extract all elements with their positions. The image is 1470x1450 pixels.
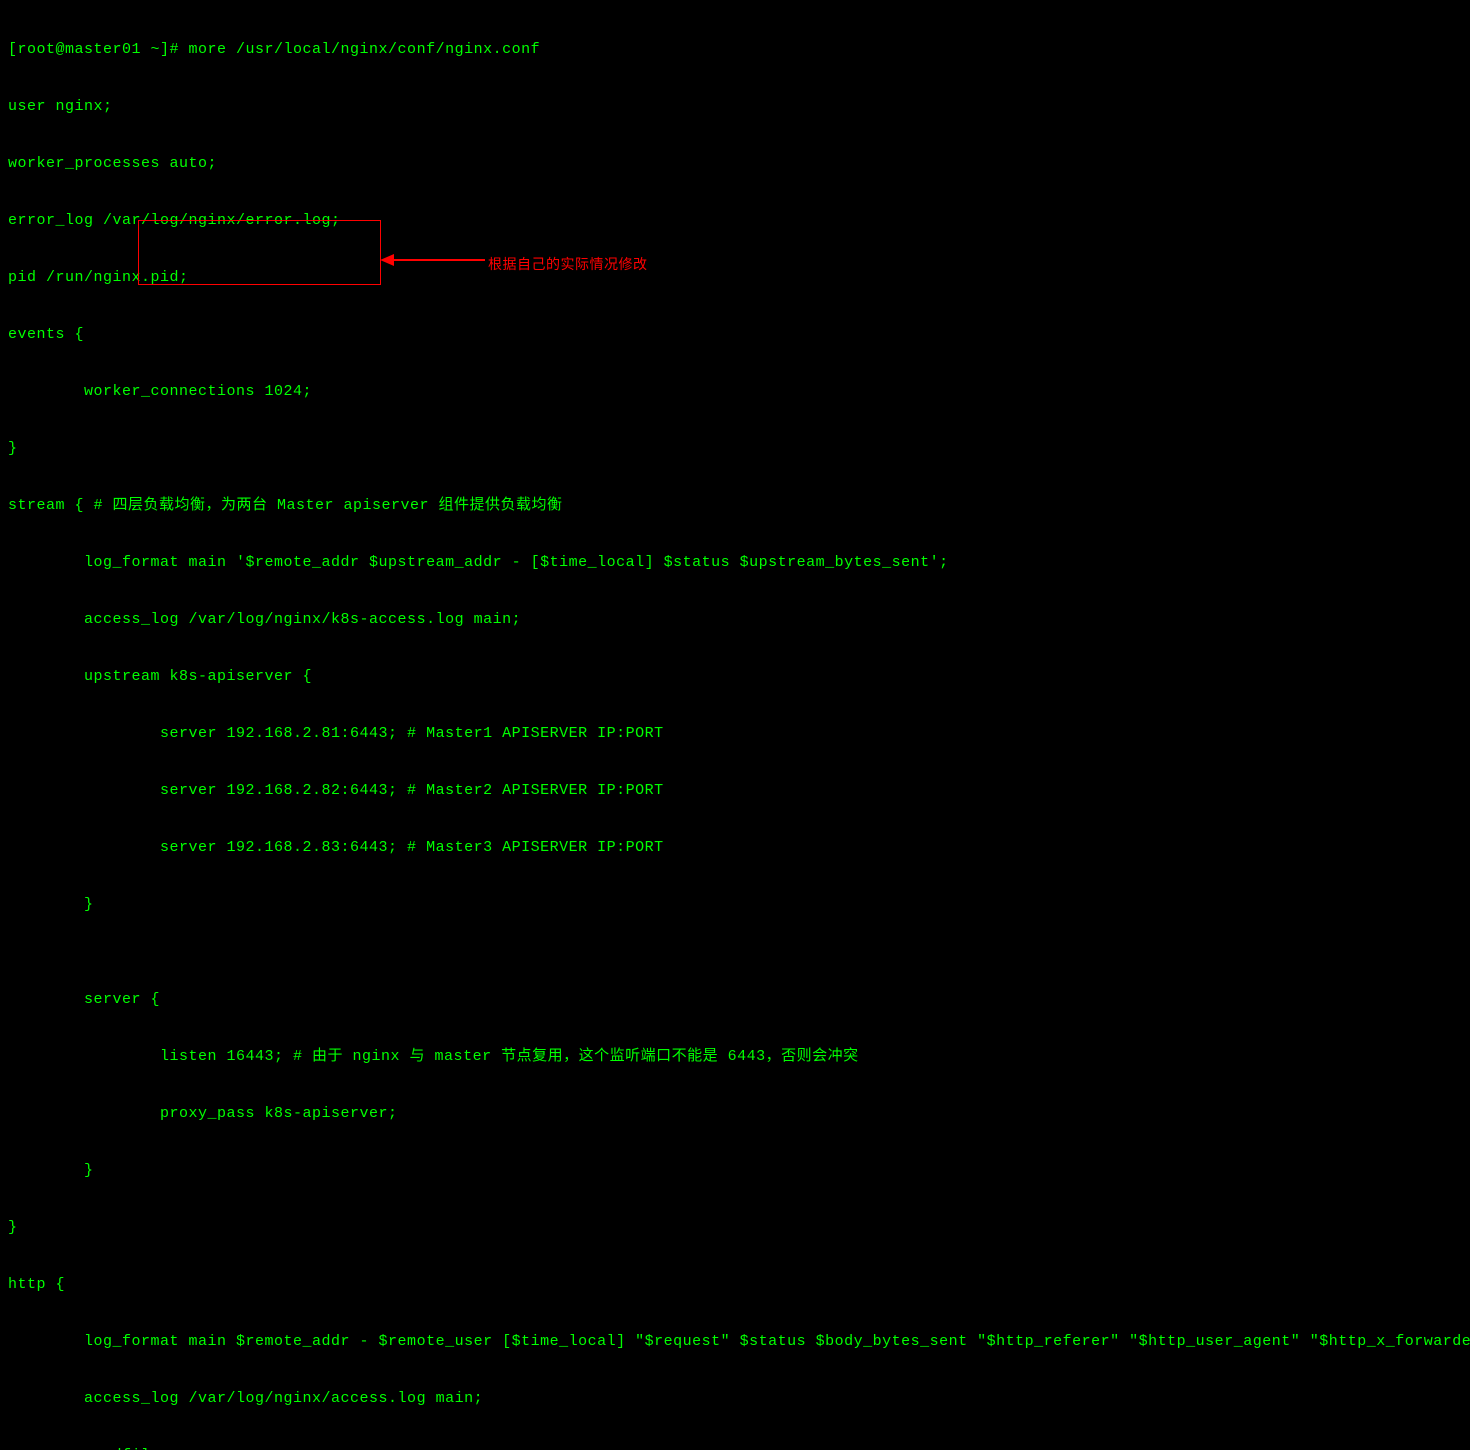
config-line: } <box>8 439 1462 458</box>
config-line: server { <box>8 990 1462 1009</box>
config-line: sendfile on; <box>8 1446 1462 1450</box>
config-line: access_log /var/log/nginx/k8s-access.log… <box>8 610 1462 629</box>
config-line: proxy_pass k8s-apiserver; <box>8 1104 1462 1123</box>
config-line: events { <box>8 325 1462 344</box>
config-line: worker_processes auto; <box>8 154 1462 173</box>
config-line: server 192.168.2.82:6443; # Master2 APIS… <box>8 781 1462 800</box>
config-line: log_format main $remote_addr - $remote_u… <box>8 1332 1462 1351</box>
config-line: worker_connections 1024; <box>8 382 1462 401</box>
config-line: stream { # 四层负载均衡，为两台 Master apiserver 组… <box>8 496 1462 515</box>
config-line: access_log /var/log/nginx/access.log mai… <box>8 1389 1462 1408</box>
config-line: listen 16443; # 由于 nginx 与 master 节点复用，这… <box>8 1047 1462 1066</box>
config-line: pid /run/nginx.pid; <box>8 268 1462 287</box>
config-line: server 192.168.2.81:6443; # Master1 APIS… <box>8 724 1462 743</box>
config-line: upstream k8s-apiserver { <box>8 667 1462 686</box>
config-line: } <box>8 1218 1462 1237</box>
config-line: user nginx; <box>8 97 1462 116</box>
config-line: server 192.168.2.83:6443; # Master3 APIS… <box>8 838 1462 857</box>
config-line: } <box>8 1161 1462 1180</box>
config-line: http { <box>8 1275 1462 1294</box>
terminal-output: [root@master01 ~]# more /usr/local/nginx… <box>8 2 1462 1450</box>
command-prompt-line: [root@master01 ~]# more /usr/local/nginx… <box>8 40 1462 59</box>
config-line: } <box>8 895 1462 914</box>
config-line: log_format main '$remote_addr $upstream_… <box>8 553 1462 572</box>
config-line: error_log /var/log/nginx/error.log; <box>8 211 1462 230</box>
